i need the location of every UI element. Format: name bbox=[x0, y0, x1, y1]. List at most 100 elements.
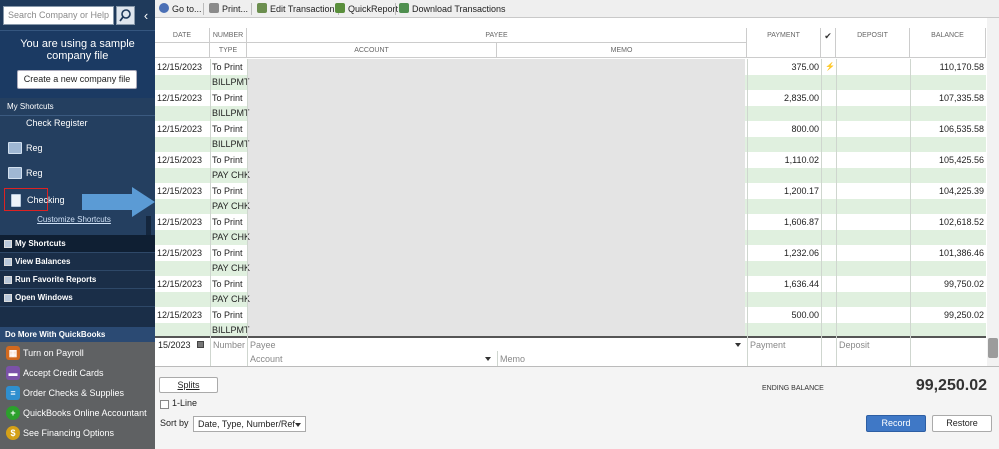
reports-icon bbox=[4, 276, 12, 284]
register-scrollbar[interactable] bbox=[987, 18, 999, 366]
register-scroll-thumb[interactable] bbox=[988, 338, 998, 358]
row-type: PAY CHK bbox=[212, 201, 251, 211]
shortcut-label: Check Register bbox=[26, 118, 88, 128]
account-dropdown-icon[interactable] bbox=[485, 357, 491, 361]
row-payment: 1,636.44 bbox=[783, 279, 819, 289]
col-header-balance[interactable]: BALANCE bbox=[910, 28, 986, 58]
row-number: To Print bbox=[212, 186, 243, 196]
row-number: To Print bbox=[212, 93, 243, 103]
col-header-type[interactable]: TYPE bbox=[210, 43, 247, 58]
balances-icon bbox=[4, 258, 12, 266]
entry-account-field[interactable]: Account bbox=[250, 352, 283, 366]
do-more-payroll[interactable]: ▦ Turn on Payroll bbox=[0, 343, 155, 363]
edit-transaction-button[interactable]: Edit Transaction bbox=[257, 0, 335, 18]
shortcut-label: Checking bbox=[27, 195, 65, 205]
collapse-sidebar-button[interactable]: ‹ bbox=[139, 6, 153, 25]
register-icon bbox=[8, 167, 22, 179]
nav-label: Open Windows bbox=[15, 293, 73, 302]
row-number: To Print bbox=[212, 248, 243, 258]
row-date: 12/15/2023 bbox=[157, 217, 203, 227]
shortcut-checking[interactable]: Checking bbox=[4, 188, 65, 211]
entry-deposit-field[interactable]: Deposit bbox=[839, 338, 870, 352]
col-header-payee[interactable]: PAYEE bbox=[247, 28, 747, 43]
row-payment: 1,606.87 bbox=[783, 217, 819, 227]
row-balance: 99,250.02 bbox=[943, 310, 984, 320]
shortcut-label: Reg bbox=[26, 168, 43, 178]
dollar-icon: $ bbox=[6, 426, 20, 440]
payee-account-cell[interactable] bbox=[248, 214, 745, 245]
col-header-number[interactable]: NUMBER bbox=[210, 28, 247, 43]
print-button[interactable]: Print... bbox=[209, 0, 248, 18]
payee-account-cell[interactable] bbox=[248, 59, 745, 90]
sort-by-value: Date, Type, Number/Ref bbox=[198, 419, 295, 429]
shortcut-reg-2[interactable]: Reg bbox=[4, 162, 144, 184]
nav-open-windows[interactable]: Open Windows bbox=[0, 289, 155, 307]
entry-date-field[interactable]: 15/2023 bbox=[158, 338, 191, 352]
shortcut-reg-1[interactable]: Reg bbox=[4, 137, 144, 159]
entry-payee-field[interactable]: Payee bbox=[250, 338, 276, 352]
row-type: PAY CHK bbox=[212, 263, 251, 273]
create-company-button[interactable]: Create a new company file bbox=[17, 70, 137, 89]
do-more-label: Order Checks & Supplies bbox=[23, 388, 125, 398]
col-header-account[interactable]: ACCOUNT bbox=[247, 43, 497, 58]
one-line-label: 1-Line bbox=[172, 398, 198, 408]
register-top-spacer bbox=[155, 18, 986, 28]
download-transactions-button[interactable]: Download Transactions bbox=[399, 0, 506, 18]
entry-memo-field[interactable]: Memo bbox=[500, 352, 525, 366]
payee-account-cell[interactable] bbox=[248, 152, 745, 183]
row-number: To Print bbox=[212, 62, 243, 72]
payee-account-cell[interactable] bbox=[248, 307, 745, 338]
payee-account-cell[interactable] bbox=[248, 183, 745, 214]
entry-number-field[interactable]: Number bbox=[213, 338, 245, 352]
col-header-date[interactable]: DATE bbox=[155, 28, 210, 43]
payee-account-cell[interactable] bbox=[248, 276, 745, 307]
row-balance: 107,335.58 bbox=[938, 93, 984, 103]
col-header-cleared[interactable]: ✔ bbox=[821, 28, 836, 58]
search-input[interactable]: Search Company or Help bbox=[3, 6, 114, 25]
one-line-checkbox[interactable] bbox=[160, 400, 169, 409]
entry-payment-field[interactable]: Payment bbox=[750, 338, 786, 352]
sort-by-select[interactable]: Date, Type, Number/Ref bbox=[193, 416, 306, 432]
do-more-qboa[interactable]: + QuickBooks Online Accountant bbox=[0, 403, 155, 423]
printer-icon bbox=[209, 3, 219, 13]
toolbar-divider bbox=[251, 3, 252, 15]
shortcut-check-register[interactable]: Check Register bbox=[4, 112, 144, 134]
payee-dropdown-icon[interactable] bbox=[735, 343, 741, 347]
goto-button[interactable]: Go to... bbox=[159, 0, 202, 18]
record-button[interactable]: Record bbox=[866, 415, 926, 432]
do-more-credit-cards[interactable]: ▬ Accept Credit Cards bbox=[0, 363, 155, 383]
row-payment: 1,110.02 bbox=[784, 155, 819, 165]
payroll-icon: ▦ bbox=[6, 346, 20, 360]
grid-line bbox=[210, 59, 211, 366]
row-balance: 106,535.58 bbox=[938, 124, 984, 134]
row-payment: 800.00 bbox=[791, 124, 819, 134]
quickreport-button[interactable]: QuickReport bbox=[335, 0, 398, 18]
row-cleared[interactable]: ⚡ bbox=[825, 59, 835, 75]
row-type: BILLPMT bbox=[212, 77, 250, 87]
calendar-icon[interactable] bbox=[197, 341, 204, 348]
do-more-order-checks[interactable]: ≡ Order Checks & Supplies bbox=[0, 383, 155, 403]
col-header-payment[interactable]: PAYMENT bbox=[747, 28, 821, 58]
edit-icon bbox=[257, 3, 267, 13]
grid-line bbox=[836, 59, 837, 366]
search-button[interactable] bbox=[116, 6, 135, 25]
ending-balance-label: ENDING BALANCE bbox=[762, 385, 824, 392]
payee-account-cell[interactable] bbox=[248, 121, 745, 152]
row-balance: 104,225.39 bbox=[938, 186, 984, 196]
splits-button[interactable]: Splits bbox=[159, 377, 218, 393]
annotation-arrow-icon bbox=[82, 187, 155, 217]
row-type: PAY CHK bbox=[212, 170, 251, 180]
payee-account-cell[interactable] bbox=[248, 90, 745, 121]
payee-account-cell[interactable] bbox=[248, 245, 745, 276]
do-more-financing[interactable]: $ See Financing Options bbox=[0, 423, 155, 443]
nav-view-balances[interactable]: View Balances bbox=[0, 253, 155, 271]
row-payment: 500.00 bbox=[791, 310, 819, 320]
grid-line bbox=[497, 351, 498, 366]
col-header-deposit[interactable]: DEPOSIT bbox=[836, 28, 910, 58]
row-date: 12/15/2023 bbox=[157, 155, 203, 165]
nav-favorite-reports[interactable]: Run Favorite Reports bbox=[0, 271, 155, 289]
nav-my-shortcuts[interactable]: My Shortcuts bbox=[0, 235, 155, 253]
restore-button[interactable]: Restore bbox=[932, 415, 992, 432]
sample-company-text: You are using a sample company file bbox=[20, 38, 135, 62]
col-header-memo[interactable]: MEMO bbox=[497, 43, 747, 58]
